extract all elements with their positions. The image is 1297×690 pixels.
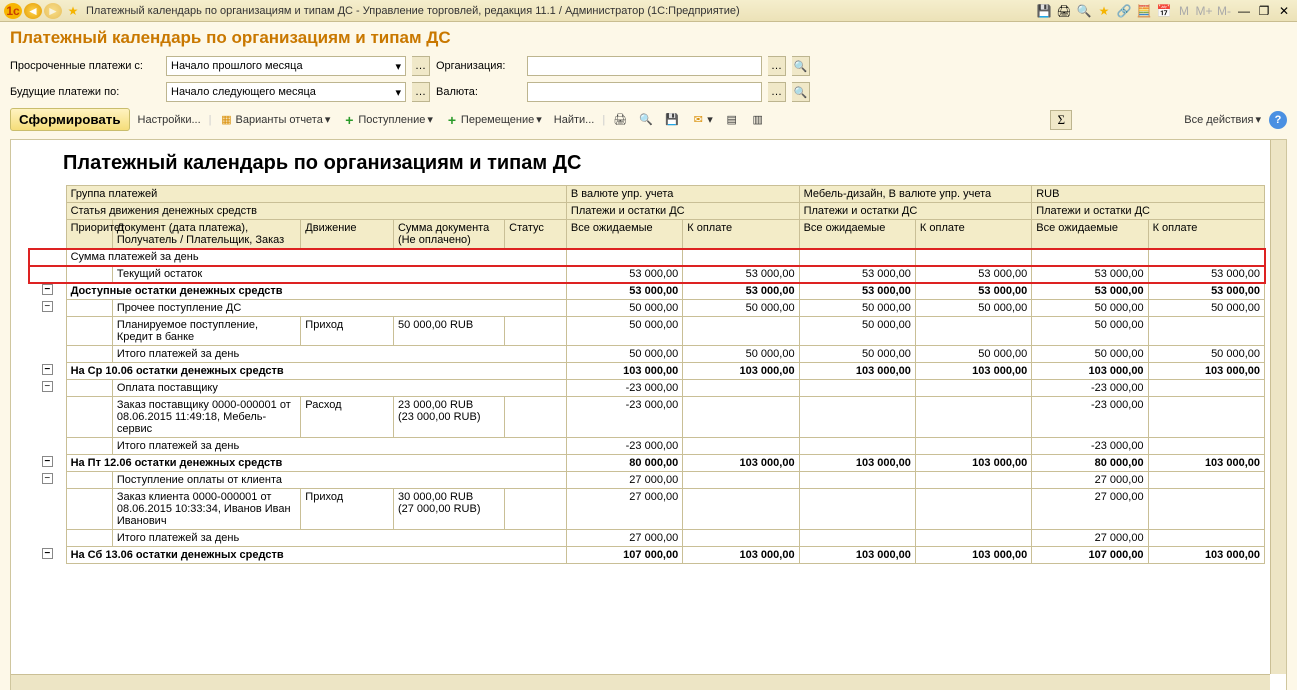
table-row: Планируемое поступление, Кредит в банкеП… xyxy=(29,317,1265,346)
minimize-icon[interactable]: — xyxy=(1235,3,1253,19)
close-icon[interactable]: ✕ xyxy=(1275,3,1293,19)
form2-icon: ▥ xyxy=(751,113,765,127)
m-plus-icon[interactable]: M+ xyxy=(1195,3,1213,19)
currency-more-button[interactable]: … xyxy=(768,82,786,102)
report-grid: Группа платежей В валюте упр. учета Мебе… xyxy=(29,185,1265,564)
table-row: Заказ поставщику 0000-000001 от 08.06.20… xyxy=(29,397,1265,438)
mail-button[interactable]: ✉▾ xyxy=(687,111,717,129)
print-button[interactable]: 🖨 xyxy=(609,111,631,129)
org-input[interactable] xyxy=(527,56,762,76)
collapse-icon[interactable]: − xyxy=(42,301,53,312)
table-row: Итого платежей за день 50 000,0050 000,0… xyxy=(29,346,1265,363)
th-priority: Приоритет xyxy=(66,220,112,249)
all-actions-button[interactable]: Все действия ▾ xyxy=(1180,111,1265,128)
nav-back-icon[interactable]: ◄ xyxy=(24,3,42,19)
th-group: Группа платежей xyxy=(66,186,566,203)
tool2-button[interactable]: ▥ xyxy=(747,111,769,129)
calendar-icon[interactable]: 📅 xyxy=(1155,3,1173,19)
collapse-icon[interactable]: − xyxy=(42,284,53,295)
future-label: Будущие платежи по: xyxy=(10,86,160,98)
table-row: − На Ср 10.06 остатки денежных средств 1… xyxy=(29,363,1265,380)
star-icon[interactable]: ★ xyxy=(1095,3,1113,19)
plus-icon: + xyxy=(342,113,356,127)
th-sum: Сумма документа (Не оплачено) xyxy=(393,220,504,249)
save-report-button[interactable]: 💾 xyxy=(661,111,683,129)
th-article: Статья движения денежных средств xyxy=(66,203,566,220)
table-row: Итого платежей за день 27 000,00 27 000,… xyxy=(29,530,1265,547)
m-minus-icon[interactable]: M- xyxy=(1215,3,1233,19)
collapse-icon[interactable]: − xyxy=(42,548,53,559)
mail-icon: ✉ xyxy=(691,113,705,127)
th-status: Статус xyxy=(505,220,567,249)
report-spreadsheet[interactable]: Платежный календарь по организациям и ти… xyxy=(10,139,1287,690)
app-logo-icon: 1c xyxy=(4,3,22,19)
collapse-icon[interactable]: − xyxy=(42,456,53,467)
form-icon: ▤ xyxy=(725,113,739,127)
scrollbar-vertical[interactable] xyxy=(1270,140,1286,674)
move-button[interactable]: +Перемещение ▾ xyxy=(441,111,546,129)
nav-fwd-icon[interactable]: ► xyxy=(44,3,62,19)
table-row: − На Пт 12.06 остатки денежных средств 8… xyxy=(29,455,1265,472)
report-title: Платежный календарь по организациям и ти… xyxy=(11,140,1286,185)
collapse-icon[interactable]: − xyxy=(42,381,53,392)
collapse-icon[interactable]: − xyxy=(42,473,53,484)
m-icon[interactable]: M xyxy=(1175,3,1193,19)
favorite-icon[interactable]: ★ xyxy=(64,3,82,19)
table-row: Итого платежей за день -23 000,00 -23 00… xyxy=(29,438,1265,455)
calc-icon[interactable]: 🧮 xyxy=(1135,3,1153,19)
org-open-button[interactable]: 🔍 xyxy=(792,56,810,76)
th-curr1: В валюте упр. учета xyxy=(566,186,799,203)
preview-button[interactable]: 🔍 xyxy=(635,111,657,129)
future-more-button[interactable]: … xyxy=(412,82,430,102)
save-icon[interactable]: 💾 xyxy=(1035,3,1053,19)
print-icon[interactable]: 🖨 xyxy=(1055,3,1073,19)
page-heading: Платежный календарь по организациям и ти… xyxy=(10,28,1287,48)
link-icon[interactable]: 🔗 xyxy=(1115,3,1133,19)
preview-icon[interactable]: 🔍 xyxy=(1075,3,1093,19)
window-title: Платежный календарь по организациям и ти… xyxy=(86,5,1031,17)
generate-button[interactable]: Сформировать xyxy=(10,108,130,131)
overdue-more-button[interactable]: … xyxy=(412,56,430,76)
table-row: Текущий остаток 53 000,0053 000,00 53 00… xyxy=(29,266,1265,283)
printer-icon: 🖨 xyxy=(613,113,627,127)
org-more-button[interactable]: … xyxy=(768,56,786,76)
title-bar: 1c ◄ ► ★ Платежный календарь по организа… xyxy=(0,0,1297,22)
find-button[interactable]: Найти... xyxy=(550,112,599,128)
currency-label: Валюта: xyxy=(436,86,521,98)
table-row: − Прочее поступление ДС 50 000,0050 000,… xyxy=(29,300,1265,317)
th-doc: Документ (дата платежа), Получатель / Пл… xyxy=(112,220,300,249)
overdue-select[interactable]: Начало прошлого месяца▾ xyxy=(166,56,406,76)
table-row: Сумма платежей за день xyxy=(29,249,1265,266)
th-curr2: Мебель-дизайн, В валюте упр. учета xyxy=(799,186,1032,203)
table-row: − Оплата поставщику -23 000,00 -23 000,0… xyxy=(29,380,1265,397)
table-row: − Поступление оплаты от клиента 27 000,0… xyxy=(29,472,1265,489)
table-row: − Доступные остатки денежных средств 53 … xyxy=(29,283,1265,300)
th-mov: Движение xyxy=(301,220,394,249)
sigma-button[interactable]: Σ xyxy=(1050,110,1072,130)
tool1-button[interactable]: ▤ xyxy=(721,111,743,129)
table-row: Заказ клиента 0000-000001 от 08.06.2015 … xyxy=(29,489,1265,530)
variants-icon: ▦ xyxy=(220,113,234,127)
scrollbar-horizontal[interactable] xyxy=(11,674,1270,690)
org-label: Организация: xyxy=(436,60,521,72)
collapse-icon[interactable]: − xyxy=(42,364,53,375)
help-button[interactable]: ? xyxy=(1269,111,1287,129)
disk-icon: 💾 xyxy=(665,113,679,127)
toolbar: Сформировать Настройки... | ▦Варианты от… xyxy=(10,108,1287,131)
preview-icon: 🔍 xyxy=(639,113,653,127)
th-curr3: RUB xyxy=(1032,186,1265,203)
plus-icon: + xyxy=(445,113,459,127)
overdue-label: Просроченные платежи с: xyxy=(10,60,160,72)
currency-open-button[interactable]: 🔍 xyxy=(792,82,810,102)
table-row: − На Сб 13.06 остатки денежных средств 1… xyxy=(29,547,1265,564)
future-select[interactable]: Начало следующего месяца▾ xyxy=(166,82,406,102)
income-button[interactable]: +Поступление ▾ xyxy=(338,111,437,129)
variants-button[interactable]: ▦Варианты отчета ▾ xyxy=(216,111,335,129)
currency-input[interactable] xyxy=(527,82,762,102)
settings-button[interactable]: Настройки... xyxy=(134,112,205,128)
restore-icon[interactable]: ❐ xyxy=(1255,3,1273,19)
